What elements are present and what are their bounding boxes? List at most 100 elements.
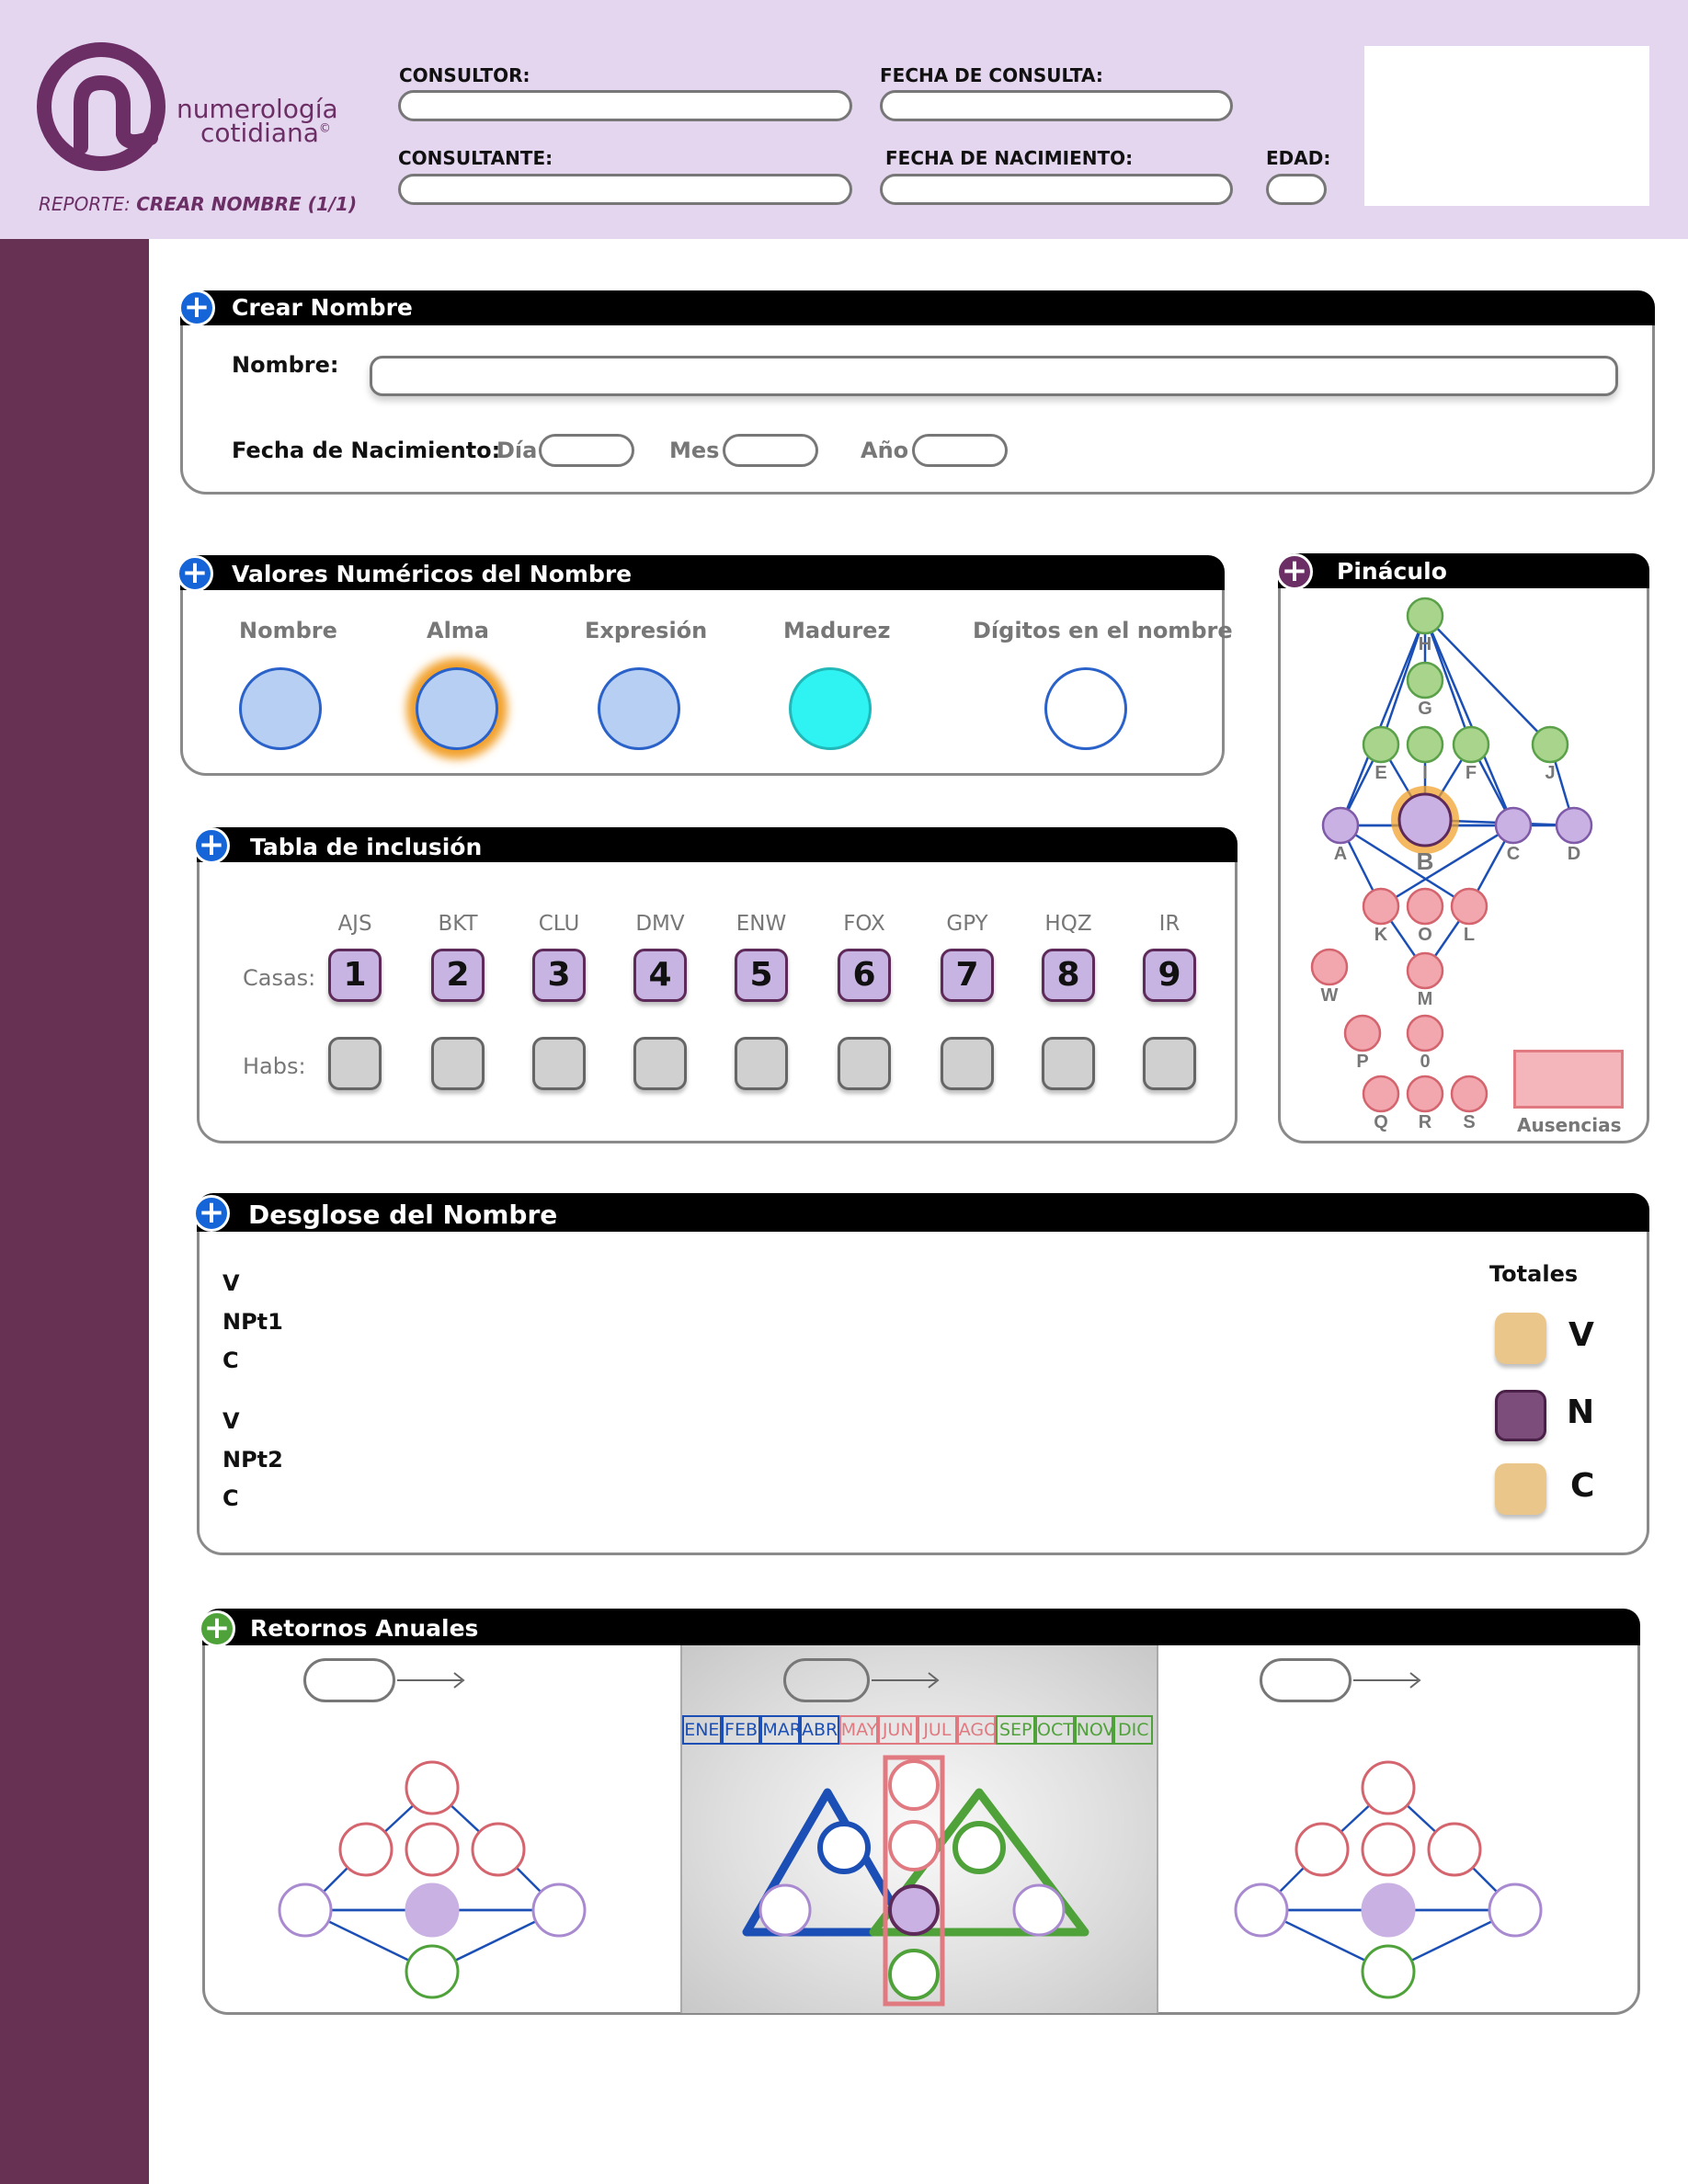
month-cell[interactable]: SEP — [996, 1715, 1036, 1745]
month-cell[interactable]: FEB — [721, 1715, 761, 1745]
retorno-center-node[interactable] — [1361, 1883, 1416, 1938]
month-cell[interactable]: NOV — [1074, 1715, 1114, 1745]
add-icon[interactable]: + — [177, 555, 213, 592]
month-cell[interactable]: MAR — [760, 1715, 801, 1745]
pinaculo-node-r[interactable] — [1406, 1075, 1444, 1113]
retorno-prev-year-field[interactable] — [303, 1658, 395, 1702]
retorno-current-year-field[interactable] — [783, 1658, 870, 1702]
hab-cell[interactable] — [431, 1037, 485, 1090]
pinaculo-node-a[interactable] — [1321, 806, 1360, 845]
retorno-node[interactable] — [278, 1883, 333, 1938]
retorno-node[interactable] — [471, 1822, 526, 1877]
retorno-node[interactable] — [1361, 1944, 1416, 1999]
add-icon[interactable]: + — [1276, 553, 1313, 590]
pinaculo-node-c[interactable] — [1494, 806, 1533, 845]
month-cell[interactable]: MAY — [838, 1715, 879, 1745]
retorno-node[interactable] — [1234, 1883, 1289, 1938]
retorno-node[interactable] — [405, 1760, 460, 1815]
pinaculo-node-s[interactable] — [1450, 1075, 1488, 1113]
pinaculo-node-w[interactable] — [1310, 948, 1349, 986]
retorno-node[interactable] — [1295, 1822, 1350, 1877]
casa-cell[interactable]: 9 — [1143, 949, 1196, 1002]
retorno-node[interactable] — [405, 1822, 460, 1877]
casa-cell[interactable]: 8 — [1042, 949, 1095, 1002]
pinaculo-node-g[interactable] — [1406, 661, 1444, 700]
retorno-center-node[interactable] — [405, 1883, 460, 1938]
pinaculo-node-d[interactable] — [1555, 806, 1593, 845]
retorno-node[interactable] — [888, 1820, 940, 1871]
add-icon[interactable]: + — [178, 290, 215, 326]
pinaculo-node-f[interactable] — [1452, 725, 1490, 764]
casa-cell[interactable]: 1 — [328, 949, 382, 1002]
retorno-node[interactable] — [1427, 1822, 1482, 1877]
retorno-node[interactable] — [817, 1821, 871, 1874]
month-cell[interactable]: ABR — [800, 1715, 839, 1745]
photo-box[interactable] — [1364, 46, 1649, 206]
add-icon[interactable]: + — [193, 827, 230, 864]
hab-cell[interactable] — [1042, 1037, 1095, 1090]
total-box-c[interactable] — [1495, 1463, 1546, 1515]
anio-input[interactable] — [912, 434, 1008, 467]
pinaculo-node-l[interactable] — [1450, 887, 1488, 926]
pinaculo-node-b[interactable] — [1397, 792, 1453, 847]
pinaculo-node-z[interactable] — [1406, 1014, 1444, 1052]
valor-circle-alma[interactable] — [416, 667, 498, 750]
pinaculo-node-h[interactable] — [1406, 597, 1444, 635]
retorno-node[interactable] — [338, 1822, 393, 1877]
nombre-input[interactable] — [370, 356, 1618, 396]
consultante-field[interactable] — [398, 174, 852, 205]
retorno-node[interactable] — [888, 1759, 940, 1811]
valor-circle-digitos[interactable] — [1044, 667, 1127, 750]
casa-cell[interactable]: 5 — [735, 949, 788, 1002]
month-cell[interactable]: JUL — [918, 1715, 957, 1745]
total-box-v[interactable] — [1495, 1313, 1546, 1364]
casa-cell[interactable]: 3 — [532, 949, 586, 1002]
month-cell[interactable]: AGO — [956, 1715, 997, 1745]
pinaculo-node-p[interactable] — [1343, 1014, 1382, 1052]
consultor-field[interactable] — [398, 90, 852, 121]
pinaculo-node-e[interactable] — [1362, 725, 1400, 764]
pinaculo-node-o[interactable] — [1406, 887, 1444, 926]
retorno-center-node[interactable] — [888, 1884, 940, 1936]
retorno-node[interactable] — [531, 1883, 587, 1938]
casa-cell[interactable]: 4 — [633, 949, 687, 1002]
total-box-n[interactable] — [1495, 1390, 1546, 1441]
ausencias-box[interactable] — [1513, 1050, 1624, 1109]
retorno-node[interactable] — [758, 1883, 812, 1937]
fecha-consulta-field[interactable] — [880, 90, 1233, 121]
valor-circle-madurez[interactable] — [789, 667, 872, 750]
retorno-node[interactable] — [1361, 1760, 1416, 1815]
hab-cell[interactable] — [633, 1037, 687, 1090]
pinaculo-node-j[interactable] — [1531, 725, 1569, 764]
pinaculo-node-k[interactable] — [1362, 887, 1400, 926]
retorno-node[interactable] — [1361, 1822, 1416, 1877]
fecha-nacimiento-field[interactable] — [880, 174, 1233, 205]
casa-cell[interactable]: 7 — [941, 949, 994, 1002]
retorno-node[interactable] — [952, 1821, 1006, 1874]
hab-cell[interactable] — [532, 1037, 586, 1090]
retorno-node[interactable] — [405, 1944, 460, 1999]
hab-cell[interactable] — [838, 1037, 891, 1090]
hab-cell[interactable] — [941, 1037, 994, 1090]
month-cell[interactable]: OCT — [1035, 1715, 1075, 1745]
hab-cell[interactable] — [328, 1037, 382, 1090]
pinaculo-node-q[interactable] — [1362, 1075, 1400, 1113]
pinaculo-node-i[interactable] — [1406, 725, 1444, 764]
month-cell[interactable]: JUN — [878, 1715, 918, 1745]
retorno-next-year-field[interactable] — [1260, 1658, 1352, 1702]
retorno-node[interactable] — [888, 1949, 940, 2000]
hab-cell[interactable] — [735, 1037, 788, 1090]
edad-field[interactable] — [1266, 174, 1327, 205]
retorno-node[interactable] — [1488, 1883, 1543, 1938]
add-icon[interactable]: + — [199, 1610, 235, 1647]
valor-circle-expresion[interactable] — [598, 667, 680, 750]
hab-cell[interactable] — [1143, 1037, 1196, 1090]
month-cell[interactable]: ENE — [682, 1715, 722, 1745]
casa-cell[interactable]: 2 — [431, 949, 485, 1002]
month-cell[interactable]: DIC — [1113, 1715, 1154, 1745]
mes-input[interactable] — [723, 434, 818, 467]
retorno-node[interactable] — [1012, 1883, 1066, 1937]
casa-cell[interactable]: 6 — [838, 949, 891, 1002]
add-icon[interactable]: + — [193, 1195, 230, 1232]
pinaculo-node-m[interactable] — [1406, 951, 1444, 990]
